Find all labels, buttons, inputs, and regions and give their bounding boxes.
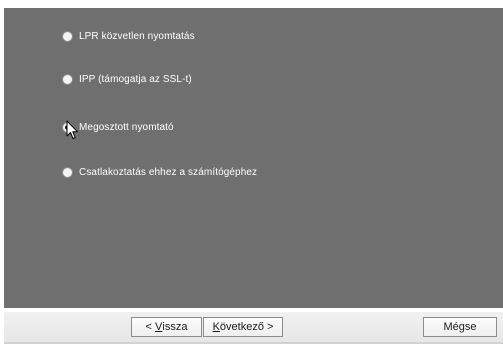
option-ipp-label: IPP (támogatja az SSL-t)	[79, 73, 192, 85]
radio-connect-computer[interactable]	[62, 166, 73, 178]
option-connect-computer[interactable]: Csatlakoztatás ehhez a számítógéphez	[62, 165, 257, 179]
radio-lpr[interactable]	[62, 30, 73, 42]
radio-ipp[interactable]	[62, 73, 73, 85]
back-button-label: issza	[162, 321, 188, 333]
back-button[interactable]: < Vissza	[131, 317, 202, 337]
next-button-mnemonic: K	[212, 321, 220, 333]
option-connect-computer-label: Csatlakoztatás ehhez a számítógéphez	[79, 166, 258, 178]
back-button-prefix: <	[145, 321, 156, 333]
next-button[interactable]: Következő >	[203, 317, 283, 337]
option-shared-printer-label: Megosztott nyomtató	[79, 121, 174, 133]
next-button-suffix: >	[263, 321, 274, 333]
option-ipp[interactable]: IPP (támogatja az SSL-t)	[62, 72, 192, 86]
option-lpr[interactable]: LPR közvetlen nyomtatás	[62, 29, 195, 43]
next-button-label: övetkező	[219, 321, 264, 333]
option-lpr-label: LPR közvetlen nyomtatás	[79, 30, 195, 42]
options-panel	[4, 8, 503, 308]
back-button-mnemonic: V	[155, 321, 163, 333]
mouse-pointer-icon	[66, 120, 78, 139]
cancel-button[interactable]: Mégse	[423, 317, 497, 337]
